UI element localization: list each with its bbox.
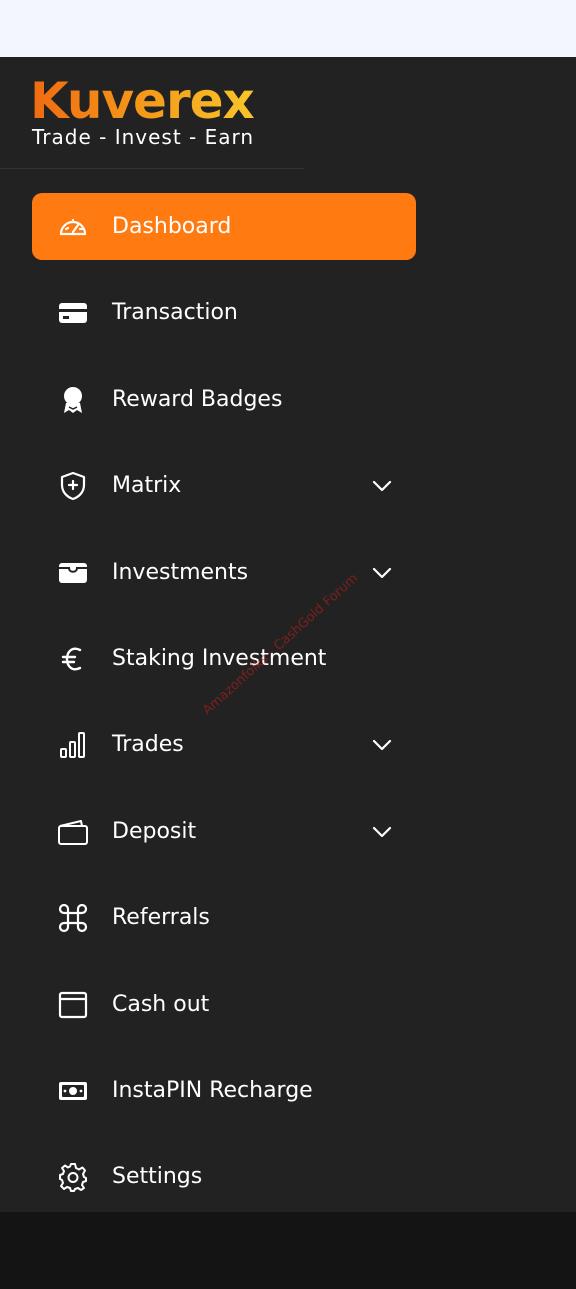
sidebar-item-investments[interactable]: Investments [32,539,416,606]
chevron-down-icon[interactable] [370,563,394,583]
sidebar-item-label: InstaPIN Recharge [112,1077,313,1103]
sidebar-menu: Dashboard Transaction Reward Badges Matr… [32,193,416,1230]
award-icon [56,385,90,415]
wallet-outline-icon [56,817,90,847]
chevron-down-icon[interactable] [370,476,394,496]
chevron-down-icon[interactable] [370,735,394,755]
sidebar-item-label: Matrix [112,473,182,499]
sidebar-item-instapin-recharge[interactable]: InstaPIN Recharge [32,1057,416,1124]
sidebar-item-label: Settings [112,1164,203,1190]
sidebar-item-label: Dashboard [112,214,232,239]
sidebar-item-label: Deposit [112,818,197,844]
sidebar-item-label: Investments [112,559,249,585]
window-icon [56,990,90,1020]
brand-name: Kuverex [30,72,255,130]
sidebar-item-label: Referrals [112,905,210,931]
sidebar-item-staking-investment[interactable]: Staking Investment [32,625,416,692]
sidebar-item-label: Transaction [112,300,238,326]
command-icon [56,903,90,933]
gear-icon [56,1162,90,1193]
credit-card-icon [56,298,90,328]
sidebar-item-reward-badges[interactable]: Reward Badges [32,366,416,433]
sidebar-item-referrals[interactable]: Referrals [32,884,416,951]
sidebar-item-matrix[interactable]: Matrix [32,452,416,519]
euro-icon [56,644,90,674]
brand-tagline: Trade - Invest - Earn [32,125,255,149]
sidebar-item-label: Reward Badges [112,386,283,412]
sidebar-item-cash-out[interactable]: Cash out [32,971,416,1038]
navigation-bar-area [0,1212,576,1289]
sidebar-item-settings[interactable]: Settings [32,1143,416,1210]
sidebar-item-dashboard[interactable]: Dashboard [32,193,416,260]
sidebar-item-trades[interactable]: Trades [32,711,416,778]
shield-plus-icon [56,471,90,501]
cash-icon [56,1076,90,1106]
sidebar-item-deposit[interactable]: Deposit [32,798,416,865]
sidebar-item-label: Staking Investment [112,645,327,671]
speedometer-icon [56,212,90,242]
sidebar-item-label: Trades [112,732,184,758]
brand-logo[interactable]: Kuverex Trade - Invest - Earn [0,57,304,169]
status-bar-area [0,0,576,57]
sidebar: Kuverex Trade - Invest - Earn Dashboard [0,57,576,1212]
chevron-down-icon[interactable] [370,822,394,842]
wallet-icon [56,558,90,588]
sidebar-item-transaction[interactable]: Transaction [32,279,416,346]
bar-chart-icon [56,730,90,760]
sidebar-item-label: Cash out [112,991,210,1017]
